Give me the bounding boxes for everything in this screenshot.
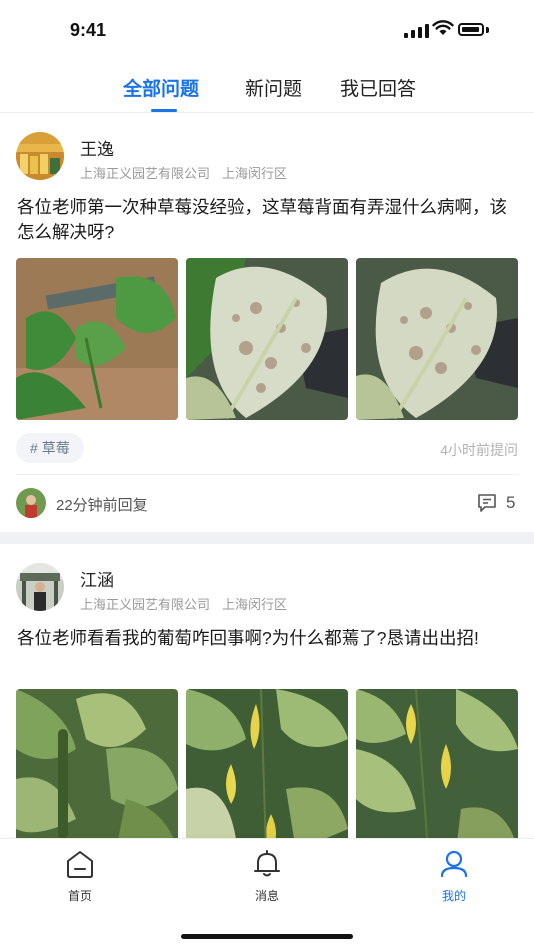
user-meta: 上海正义园艺有限公司 上海闵行区 — [80, 163, 287, 182]
user-name[interactable]: 王逸 — [80, 135, 114, 160]
company-name: 上海正义园艺有限公司 — [80, 597, 211, 612]
battery-tip — [486, 27, 489, 33]
home-icon — [67, 851, 93, 878]
comment-count: 5 — [506, 493, 516, 512]
signal-icon — [404, 24, 429, 38]
tab-new-questions[interactable]: 新问题 — [245, 74, 302, 101]
reply-time: 22分钟前回复 — [56, 497, 148, 514]
location: 上海闵行区 — [222, 166, 288, 181]
nav-messages-label: 消息 — [254, 889, 279, 903]
location: 上海闵行区 — [222, 597, 288, 612]
nav-messages[interactable]: 消息 — [227, 849, 307, 904]
replier-avatar[interactable] — [16, 488, 46, 518]
tag-prefix: # — [30, 440, 38, 456]
question-photo[interactable] — [186, 258, 348, 420]
avatar[interactable] — [16, 563, 64, 611]
company-name: 上海正义园艺有限公司 — [80, 166, 211, 181]
crop-tag[interactable]: # 草莓 — [16, 433, 84, 463]
card-separator — [0, 532, 534, 544]
tab-active-indicator — [151, 109, 177, 112]
comment-icon[interactable] — [477, 493, 497, 513]
avatar-image — [16, 132, 64, 180]
avatar[interactable] — [16, 132, 64, 180]
status-time: 9:41 — [70, 20, 107, 40]
question-card[interactable]: 王逸 上海正义园艺有限公司 上海闵行区 各位老师第一次种草莓没经验，这草莓背面有弄… — [0, 113, 534, 532]
home-indicator — [181, 934, 353, 939]
status-bar: 9:41 — [0, 0, 534, 60]
question-photo[interactable] — [16, 258, 178, 420]
battery-icon — [458, 23, 484, 36]
tab-answered[interactable]: 我已回答 — [340, 74, 416, 101]
asked-time: 4小时前提问 — [440, 442, 518, 458]
avatar-image — [16, 563, 64, 611]
tab-all-questions[interactable]: 全部问题 — [123, 74, 199, 101]
tag-label: 草莓 — [41, 440, 70, 456]
question-photo[interactable] — [356, 689, 518, 838]
nav-profile-label: 我的 — [441, 889, 466, 903]
question-text[interactable]: 各位老师第一次种草莓没经验，这草莓背面有弄湿什么病啊，该怎么解决呀? — [17, 195, 517, 245]
nav-profile[interactable]: 我的 — [414, 849, 494, 904]
user-meta: 上海正义园艺有限公司 上海闵行区 — [80, 594, 287, 613]
bell-icon — [254, 850, 280, 877]
question-photo[interactable] — [356, 258, 518, 420]
user-name[interactable]: 江涵 — [80, 566, 114, 591]
question-photo[interactable] — [186, 689, 348, 838]
nav-home[interactable]: 首页 — [40, 849, 120, 904]
question-text[interactable]: 各位老师看看我的葡萄咋回事啊?为什么都蔫了?恳请出出招! — [17, 626, 487, 651]
wifi-icon — [432, 20, 454, 35]
question-tabs: 全部问题 新问题 我已回答 — [0, 60, 534, 113]
profile-icon — [440, 850, 468, 878]
question-photo[interactable] — [16, 689, 178, 838]
divider — [16, 474, 518, 475]
question-card[interactable]: 江涵 上海正义园艺有限公司 上海闵行区 各位老师看看我的葡萄咋回事啊?为什么都蔫了… — [0, 544, 534, 838]
nav-home-label: 首页 — [67, 889, 92, 903]
